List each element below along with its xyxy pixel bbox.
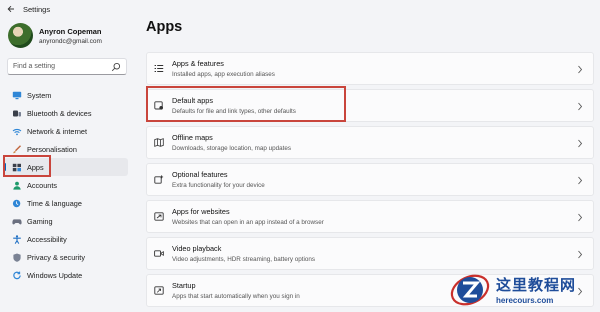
card-description: Downloads, storage location, map updates <box>172 145 292 152</box>
card-default-apps[interactable]: Default apps Defaults for file and link … <box>146 89 594 122</box>
sidebar-item-label: Gaming <box>27 216 53 226</box>
card-title: Optional features <box>172 170 228 179</box>
monitor-icon <box>12 90 22 100</box>
sidebar-item-system[interactable]: System <box>4 86 128 104</box>
globe-clock-icon <box>12 198 22 208</box>
profile-name: Anyron Copeman <box>39 26 102 36</box>
card-description: Video adjustments, HDR streaming, batter… <box>172 256 316 263</box>
user-profile[interactable]: Anyron Copeman anyrondc@gmail.com <box>8 23 102 48</box>
sidebar-item-privacy-security[interactable]: Privacy & security <box>4 248 128 266</box>
watermark-logo-icon <box>450 274 490 306</box>
sidebar-item-windows-update[interactable]: Windows Update <box>4 266 128 284</box>
sidebar-item-label: Privacy & security <box>27 252 85 262</box>
brush-icon <box>12 144 22 154</box>
profile-email: anyrondc@gmail.com <box>39 37 102 45</box>
sidebar-item-personalisation[interactable]: Personalisation <box>4 140 128 158</box>
card-description: Installed apps, app execution aliases <box>172 71 275 78</box>
sidebar-item-accessibility[interactable]: Accessibility <box>4 230 128 248</box>
chevron-right-icon <box>578 102 583 111</box>
chevron-right-icon <box>578 250 583 259</box>
apps-icon <box>12 162 22 172</box>
avatar <box>8 23 33 48</box>
accessibility-icon <box>12 234 22 244</box>
bluetooth-icon <box>12 108 22 118</box>
map-icon <box>154 138 164 148</box>
gamepad-icon <box>12 216 22 226</box>
window-title: Settings <box>23 4 51 14</box>
card-title: Default apps <box>172 96 213 105</box>
card-description: Apps that start automatically when you s… <box>172 293 300 300</box>
title-bar: Settings <box>0 0 600 18</box>
card-title: Apps & features <box>172 59 224 68</box>
watermark: 这里教程网 herecours.com <box>448 266 600 312</box>
startup-icon <box>154 286 164 296</box>
card-apps-for-websites[interactable]: Apps for websites Websites that can open… <box>146 200 594 233</box>
sidebar-item-label: Apps <box>27 162 44 172</box>
page-title: Apps <box>146 19 183 35</box>
sidebar-item-time-language[interactable]: Time & language <box>4 194 128 212</box>
video-icon <box>154 249 164 259</box>
wifi-icon <box>12 126 22 136</box>
chevron-right-icon <box>578 139 583 148</box>
search-icon <box>111 62 121 71</box>
default-apps-icon <box>154 101 164 111</box>
sidebar-item-label: Bluetooth & devices <box>27 108 92 118</box>
sidebar-item-accounts[interactable]: Accounts <box>4 176 128 194</box>
card-description: Websites that can open in an app instead… <box>172 219 324 226</box>
card-optional-features[interactable]: Optional features Extra functionality fo… <box>146 163 594 196</box>
sidebar-item-label: Time & language <box>27 198 82 208</box>
card-title: Video playback <box>172 244 222 253</box>
card-offline-maps[interactable]: Offline maps Downloads, storage location… <box>146 126 594 159</box>
watermark-url-text: herecours.com <box>496 295 554 305</box>
sidebar-item-label: Accounts <box>27 180 58 190</box>
chevron-right-icon <box>578 176 583 185</box>
search-placeholder: Find a setting <box>13 63 56 70</box>
sidebar-nav: System Bluetooth & devices Network & int… <box>4 86 128 284</box>
card-description: Extra functionality for your device <box>172 182 265 189</box>
card-apps-features[interactable]: Apps & features Installed apps, app exec… <box>146 52 594 85</box>
back-arrow-icon <box>7 5 14 13</box>
search-input[interactable]: Find a setting <box>7 58 127 75</box>
chevron-right-icon <box>578 65 583 74</box>
card-title: Startup <box>172 281 196 290</box>
sidebar-item-label: Windows Update <box>27 270 83 280</box>
sidebar-item-label: System <box>27 90 52 100</box>
sidebar-item-gaming[interactable]: Gaming <box>4 212 128 230</box>
list-icon <box>154 64 164 74</box>
sidebar-item-network-internet[interactable]: Network & internet <box>4 122 128 140</box>
sidebar-item-label: Network & internet <box>27 126 88 136</box>
card-description: Defaults for file and link types, other … <box>172 108 296 115</box>
sidebar-item-apps[interactable]: Apps <box>4 158 128 176</box>
selection-indicator <box>4 163 6 171</box>
back-button[interactable] <box>3 1 19 17</box>
shield-icon <box>12 252 22 262</box>
chevron-right-icon <box>578 213 583 222</box>
optional-features-icon <box>154 175 164 185</box>
card-title: Apps for websites <box>172 207 230 216</box>
sidebar-item-bluetooth-devices[interactable]: Bluetooth & devices <box>4 104 128 122</box>
link-icon <box>154 212 164 222</box>
sidebar-item-label: Accessibility <box>27 234 67 244</box>
sidebar-item-label: Personalisation <box>27 144 77 154</box>
sidebar: Anyron Copeman anyrondc@gmail.com Find a… <box>0 18 140 312</box>
card-title: Offline maps <box>172 133 213 142</box>
update-icon <box>12 270 22 280</box>
watermark-chinese-text: 这里教程网 <box>496 276 577 294</box>
person-icon <box>12 180 22 190</box>
